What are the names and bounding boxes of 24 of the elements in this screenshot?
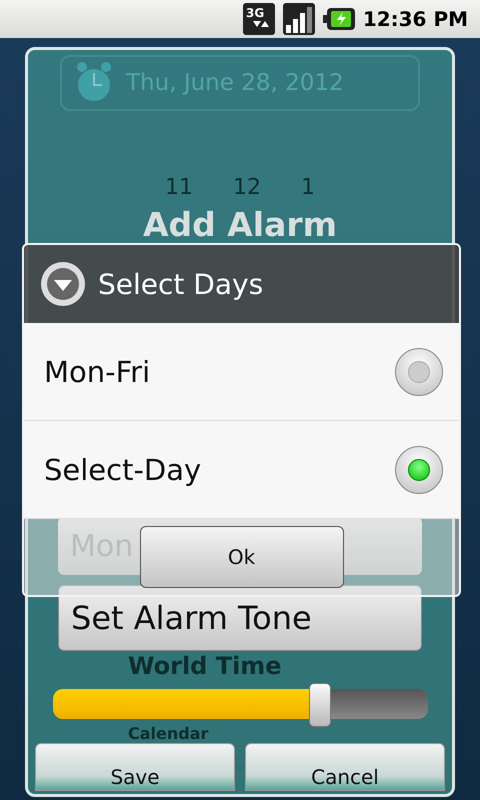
calendar-label: Calendar — [128, 725, 208, 743]
option-label: Select-Day — [44, 452, 202, 486]
option-label: Mon-Fri — [44, 354, 150, 388]
clock-number: 11 — [165, 175, 193, 201]
dialog-title: Select Days — [98, 268, 264, 300]
signal-icon — [282, 3, 315, 35]
dialog-button[interactable]: Cancel — [245, 743, 445, 791]
radio-button[interactable] — [395, 446, 443, 494]
set-alarm-tone-button[interactable]: Set Alarm Tone — [58, 585, 422, 651]
volume-slider[interactable] — [52, 683, 428, 725]
dialog-button[interactable]: Save — [35, 743, 235, 791]
ok-button[interactable]: Ok — [140, 526, 344, 588]
network-3g-icon: 3G — [242, 3, 275, 35]
dropdown-circle-icon — [40, 261, 86, 307]
dialog-title: Add Alarm — [142, 205, 338, 244]
day-option[interactable]: Mon-Fri — [24, 323, 459, 421]
world-time-label: World Time — [128, 651, 282, 681]
clock-number: 12 — [233, 175, 261, 201]
clock-number: 1 — [301, 175, 315, 201]
battery-charging-icon — [322, 7, 355, 31]
slider-thumb[interactable] — [308, 683, 331, 727]
radio-button[interactable] — [395, 348, 443, 396]
status-time: 12:36 PM — [362, 7, 468, 31]
day-option[interactable]: Select-Day — [24, 421, 459, 519]
